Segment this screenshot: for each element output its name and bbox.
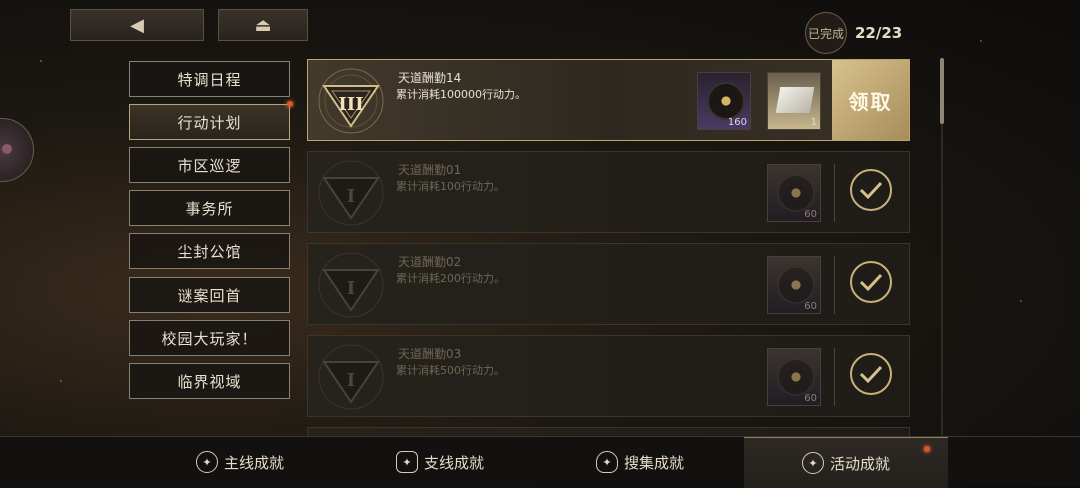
tab-side-achievements[interactable]: ✦ 支线成就 [340,437,540,487]
reward-slot[interactable]: 60 [767,164,821,222]
tab-label: 搜集成就 [623,453,684,472]
reward-slot[interactable]: 1 [767,72,821,130]
category-label: 事务所 [185,199,234,218]
home-button[interactable]: ⏏ [218,9,308,41]
completed-check-icon [850,261,892,303]
side-avatar-icon [2,144,12,154]
divider [834,164,835,222]
tab-label: 支线成就 [423,453,484,472]
record-disc-icon [777,174,815,212]
winged-star-icon: ✦ [801,452,824,474]
category-label: 校园大玩家！ [161,329,258,348]
tab-collection-achievements[interactable]: ✦ 搜集成就 [540,437,740,487]
achievement-title: 天道酬勤02 [398,255,462,269]
emblem-numeral: I [347,278,355,299]
paper-ticket-icon [775,87,815,113]
category-item[interactable]: 特调日程 [129,61,290,97]
background-star [1020,300,1022,302]
category-item[interactable]: 市区巡逻 [129,147,290,183]
achievement-row: I 天道酬勤03 累计消耗500行动力。 60 [307,335,910,417]
achievement-title: 天道酬勤03 [398,347,462,361]
completion-progress: 已完成 22/23 [805,12,902,54]
background-star [40,60,42,62]
background-star [980,40,982,42]
notification-dot [924,446,930,452]
completed-count: 22/23 [855,24,903,42]
category-label: 谜案回首 [177,286,242,305]
reward-slot[interactable]: 60 [767,256,821,314]
reward-quantity: 1 [810,117,817,128]
achievement-description: 累计消耗100000行动力。 [396,88,526,101]
achievement-description: 累计消耗100行动力。 [396,180,505,193]
achievement-list[interactable]: III 天道酬勤14 累计消耗100000行动力。 160 1 领取 I 天道酬… [307,59,911,436]
claim-button[interactable]: 领取 [832,60,909,140]
back-button[interactable]: ◀ [70,9,204,41]
reward-quantity: 60 [804,209,817,220]
achievement-description: 累计消耗500行动力。 [396,364,505,377]
divider [834,348,835,406]
category-label: 尘封公馆 [177,242,242,261]
heart-star-icon: ✦ [595,451,618,473]
reward-slot[interactable]: 160 [697,72,751,130]
tab-label: 活动成就 [829,454,890,473]
category-item[interactable]: 临界视域 [129,363,290,399]
achievement-description: 累计消耗200行动力。 [396,272,505,285]
category-label: 市区巡逻 [177,156,242,175]
rank-emblem-icon: I [318,160,384,226]
background-star [60,380,62,382]
record-disc-icon [777,358,815,396]
achievement-row: I 天道酬勤02 累计消耗200行动力。 60 [307,243,910,325]
category-item-active[interactable]: 行动计划 [129,104,290,140]
home-icon: ⏏ [254,14,272,36]
rank-emblem-icon: I [318,252,384,318]
category-item[interactable]: 事务所 [129,190,290,226]
divider [834,256,835,314]
completed-check-icon [850,353,892,395]
notification-dot [287,101,293,107]
achievement-row: III 天道酬勤14 累计消耗100000行动力。 160 1 领取 [307,59,910,141]
tab-main-achievements[interactable]: ✦ 主线成就 [140,437,340,487]
achievement-title: 天道酬勤01 [398,163,462,177]
achievement-row [307,427,910,436]
completed-check-icon [850,169,892,211]
scrollbar-thumb[interactable] [940,58,944,124]
tab-event-achievements[interactable]: ✦ 活动成就 [744,437,948,488]
reward-slot[interactable]: 60 [767,348,821,406]
record-disc-icon [707,82,745,120]
bottom-tab-bar: ✦ 主线成就 ✦ 支线成就 ✦ 搜集成就 ✦ 活动成就 [0,436,1080,488]
completed-label: 已完成 [805,12,847,54]
category-label: 特调日程 [177,70,242,89]
tab-label: 主线成就 [223,453,284,472]
category-label: 行动计划 [177,113,242,132]
emblem-numeral: I [347,370,355,391]
category-label: 临界视域 [177,372,242,391]
reward-quantity: 160 [727,117,747,128]
rank-emblem-icon: III [318,68,384,134]
shield-star-icon: ✦ [195,451,218,473]
achievement-title: 天道酬勤14 [398,71,462,85]
category-item[interactable]: 校园大玩家！ [129,320,290,356]
category-item[interactable]: 谜案回首 [129,277,290,313]
emblem-numeral: I [347,186,355,207]
reward-quantity: 60 [804,301,817,312]
reward-quantity: 60 [804,393,817,404]
emblem-numeral: III [338,94,363,115]
achievement-row: I 天道酬勤01 累计消耗100行动力。 60 [307,151,910,233]
category-item[interactable]: 尘封公馆 [129,233,290,269]
claim-label: 领取 [848,89,893,114]
rank-emblem-icon: I [318,344,384,410]
record-disc-icon [777,266,815,304]
back-arrow-icon: ◀ [130,14,144,36]
badge-star-icon: ✦ [395,451,418,473]
